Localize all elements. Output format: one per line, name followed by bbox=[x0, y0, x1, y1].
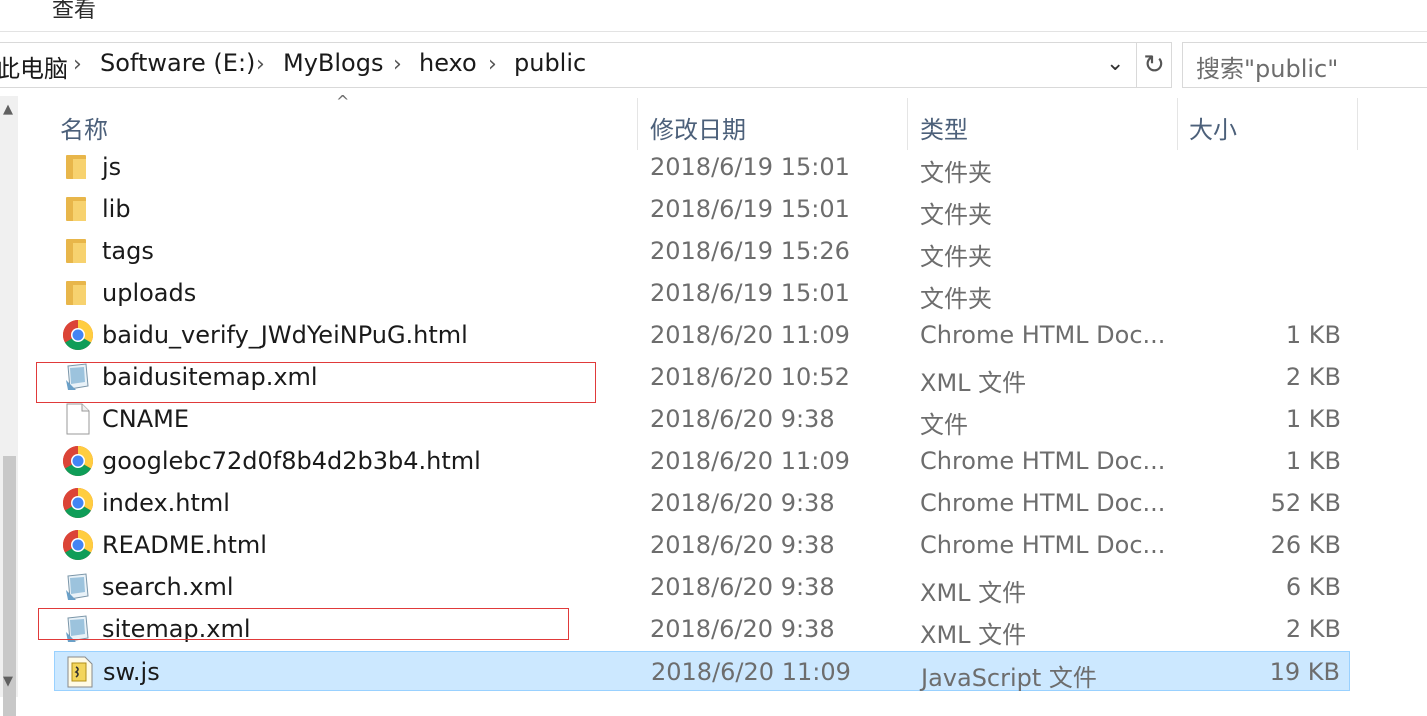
file-row[interactable]: CNAME 2018/6/20 9:38 文件 1 KB bbox=[54, 399, 1350, 439]
chrome-icon bbox=[62, 319, 94, 351]
chrome-icon bbox=[62, 487, 94, 519]
address-bar[interactable]: 此电脑 › Software (E:) › MyBlogs › hexo › p… bbox=[0, 42, 1137, 88]
breadcrumb-myblogs[interactable]: MyBlogs bbox=[283, 49, 383, 77]
column-header-name[interactable]: 名称 bbox=[44, 96, 636, 152]
file-type: 文件 bbox=[920, 411, 968, 439]
file-type: 文件夹 bbox=[920, 285, 992, 313]
column-divider[interactable] bbox=[1357, 98, 1358, 150]
file-name: googlebc72d0f8b4d2b3b4.html bbox=[102, 447, 481, 475]
file-row[interactable]: sw.js 2018/6/20 11:09 JavaScript 文件 19 KB bbox=[54, 651, 1350, 692]
file-row[interactable]: search.xml 2018/6/20 9:38 XML 文件 6 KB bbox=[54, 567, 1350, 607]
file-type: Chrome HTML Doc... bbox=[920, 531, 1166, 559]
column-header-date[interactable]: 修改日期 bbox=[638, 96, 906, 152]
file-name: README.html bbox=[102, 531, 267, 559]
file-modified-date: 2018/6/20 9:38 bbox=[650, 405, 835, 433]
file-size: 1 KB bbox=[1285, 405, 1341, 433]
folder-icon bbox=[66, 155, 86, 179]
js-icon bbox=[67, 656, 93, 688]
file-row[interactable]: index.html 2018/6/20 9:38 Chrome HTML Doc.… bbox=[54, 483, 1350, 523]
file-modified-date: 2018/6/20 9:38 bbox=[650, 615, 835, 643]
file-type: 文件夹 bbox=[920, 243, 992, 271]
file-row[interactable]: js 2018/6/19 15:01 文件夹 bbox=[54, 147, 1350, 187]
scroll-up-icon[interactable]: ▲ bbox=[3, 102, 13, 117]
chevron-right-icon[interactable]: › bbox=[73, 52, 82, 77]
file-size: 52 KB bbox=[1270, 489, 1341, 517]
file-modified-date: 2018/6/20 9:38 bbox=[650, 531, 835, 559]
file-row[interactable]: uploads 2018/6/19 15:01 文件夹 bbox=[54, 273, 1350, 313]
file-name: index.html bbox=[102, 489, 230, 517]
chevron-right-icon[interactable]: › bbox=[256, 52, 265, 77]
file-size: 6 KB bbox=[1285, 573, 1341, 601]
breadcrumb-hexo[interactable]: hexo bbox=[419, 49, 477, 77]
file-row[interactable]: googlebc72d0f8b4d2b3b4.html 2018/6/20 11:… bbox=[54, 441, 1350, 481]
ribbon: 查看 bbox=[0, 0, 1427, 32]
file-name: sw.js bbox=[103, 658, 160, 686]
folder-icon bbox=[66, 281, 86, 305]
file-modified-date: 2018/6/20 11:09 bbox=[651, 658, 851, 686]
file-row[interactable]: tags 2018/6/19 15:26 文件夹 bbox=[54, 231, 1350, 271]
file-name: lib bbox=[102, 195, 131, 223]
file-name: CNAME bbox=[102, 405, 189, 433]
file-modified-date: 2018/6/20 9:38 bbox=[650, 573, 835, 601]
ribbon-tab-view[interactable]: 查看 bbox=[52, 0, 96, 24]
file-type: XML 文件 bbox=[920, 369, 1027, 397]
file-type: Chrome HTML Doc... bbox=[920, 447, 1166, 475]
xml-icon bbox=[62, 572, 92, 602]
breadcrumb-drive[interactable]: Software (E:) bbox=[100, 49, 255, 77]
file-modified-date: 2018/6/20 9:38 bbox=[650, 489, 835, 517]
chrome-icon bbox=[62, 529, 94, 561]
chevron-right-icon[interactable]: › bbox=[393, 52, 402, 77]
file-size: 19 KB bbox=[1269, 658, 1340, 686]
file-row[interactable]: lib 2018/6/19 15:01 文件夹 bbox=[54, 189, 1350, 229]
folder-icon bbox=[66, 239, 86, 263]
file-modified-date: 2018/6/19 15:01 bbox=[650, 279, 850, 307]
file-name: baidu_verify_JWdYeiNPuG.html bbox=[102, 321, 468, 349]
file-icon bbox=[66, 403, 90, 435]
file-modified-date: 2018/6/20 11:09 bbox=[650, 447, 850, 475]
file-size: 2 KB bbox=[1285, 363, 1341, 391]
folder-icon bbox=[66, 197, 86, 221]
column-header-type[interactable]: 类型 bbox=[908, 96, 1176, 152]
file-type: Chrome HTML Doc... bbox=[920, 489, 1166, 517]
highlight-box-baidusitemap bbox=[36, 362, 596, 403]
file-type: 文件夹 bbox=[920, 159, 992, 187]
file-type: 文件夹 bbox=[920, 201, 992, 229]
chevron-right-icon[interactable]: › bbox=[488, 52, 497, 77]
file-size: 1 KB bbox=[1285, 321, 1341, 349]
breadcrumb-this-pc[interactable]: 此电脑 bbox=[0, 49, 68, 84]
file-type: XML 文件 bbox=[920, 621, 1027, 649]
file-size: 26 KB bbox=[1270, 531, 1341, 559]
file-row[interactable]: baidu_verify_JWdYeiNPuG.html 2018/6/20 11… bbox=[54, 315, 1350, 355]
column-header-size[interactable]: 大小 bbox=[1178, 96, 1356, 152]
file-modified-date: 2018/6/20 11:09 bbox=[650, 321, 850, 349]
search-placeholder: 搜索"public" bbox=[1196, 55, 1339, 83]
file-type: Chrome HTML Doc... bbox=[920, 321, 1166, 349]
file-size: 2 KB bbox=[1285, 615, 1341, 643]
file-name: search.xml bbox=[102, 573, 234, 601]
file-name: js bbox=[102, 153, 122, 181]
chevron-down-icon[interactable]: ⌄ bbox=[1106, 51, 1124, 76]
file-modified-date: 2018/6/19 15:01 bbox=[650, 153, 850, 181]
file-modified-date: 2018/6/19 15:26 bbox=[650, 237, 850, 265]
file-type: XML 文件 bbox=[920, 579, 1027, 607]
breadcrumb-public[interactable]: public bbox=[514, 49, 586, 77]
file-row[interactable]: README.html 2018/6/20 9:38 Chrome HTML Doc… bbox=[54, 525, 1350, 565]
file-size: 1 KB bbox=[1285, 447, 1341, 475]
chrome-icon bbox=[62, 445, 94, 477]
file-name: tags bbox=[102, 237, 154, 265]
file-name: uploads bbox=[102, 279, 197, 307]
scroll-down-icon[interactable]: ▼ bbox=[3, 674, 13, 689]
file-modified-date: 2018/6/19 15:01 bbox=[650, 195, 850, 223]
refresh-button[interactable]: ↻ bbox=[1137, 42, 1172, 88]
file-type: JavaScript 文件 bbox=[921, 664, 1097, 692]
refresh-icon: ↻ bbox=[1143, 50, 1165, 80]
search-input[interactable]: 搜索"public" bbox=[1182, 42, 1427, 88]
highlight-box-sitemap bbox=[38, 608, 569, 640]
navigation-pane-scrollbar[interactable]: ▲ ▼ bbox=[0, 96, 18, 716]
file-modified-date: 2018/6/20 10:52 bbox=[650, 363, 850, 391]
